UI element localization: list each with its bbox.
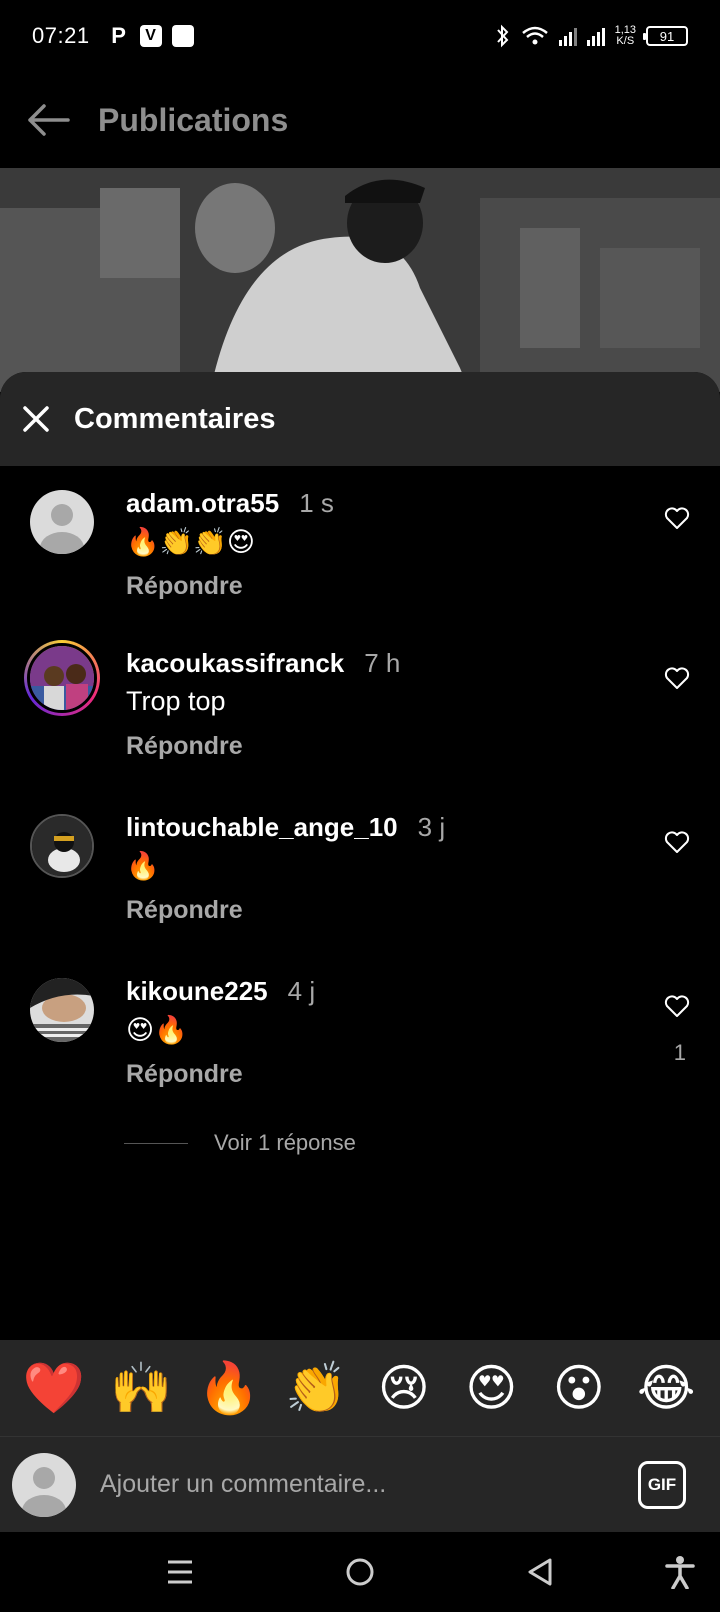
wifi-icon [521,26,548,45]
comment-username[interactable]: lintouchable_ange_10 3 j [126,812,445,843]
like-count: 1 [673,1040,686,1065]
emoji-surprised[interactable]: 😮 [547,1356,611,1420]
comment-username-text[interactable]: adam.otra55 [126,488,279,518]
post-image[interactable] [0,168,720,392]
gif-button[interactable]: GIF [638,1460,686,1509]
comment-input[interactable] [100,1470,638,1499]
comment-item: kacoukassifranck 7 h Trop top Répondre [0,640,720,800]
comment-item: kikoune225 4 j 😍🔥 Répondre 1 [0,968,720,1128]
back-triangle-icon[interactable] [522,1554,558,1590]
comment-item: lintouchable_ange_10 3 j 🔥 Répondre [0,804,720,964]
avatar[interactable] [30,490,94,554]
v-app-icon: V [139,25,162,47]
heart-icon[interactable] [664,666,690,690]
comment-time: 3 j [417,812,446,842]
reply-button[interactable]: Répondre [126,896,243,925]
menu-icon[interactable] [162,1554,198,1590]
heart-icon[interactable] [664,994,690,1018]
page-header: Publications [0,72,720,168]
status-time: 07:21 [32,23,90,48]
status-app-icons: P V [108,23,194,48]
signal-icon-2 [586,26,605,46]
net-speed: 1,13 K/S [615,25,636,47]
net-speed-unit: K/S [616,35,635,47]
comment-username[interactable]: adam.otra55 1 s [126,488,334,519]
battery-icon: 91 [643,26,688,46]
heart-icon[interactable] [664,506,690,530]
page-title: Publications [98,101,289,138]
comment-input-bar: GIF [0,1436,720,1532]
view-replies-label[interactable]: Voir 1 réponse [214,1130,356,1156]
square-app-icon [171,25,194,47]
emoji-fire[interactable]: 🔥 [197,1356,261,1420]
avatar[interactable] [30,814,94,878]
bluetooth-icon [496,24,508,48]
comment-item: adam.otra55 1 s 🔥👏👏😍 Répondre [0,480,720,640]
comment-text: Trop top [126,686,226,716]
reply-button[interactable]: Répondre [126,572,243,601]
comments-sheet: Commentaires adam.otra55 1 s 🔥👏👏😍 Répondr… [0,372,720,1340]
comment-username[interactable]: kikoune225 4 j [126,976,315,1007]
emoji-laughing[interactable]: 😂 [634,1356,698,1420]
heart-icon[interactable] [664,830,690,854]
battery-level: 91 [659,28,675,44]
emoji-heart[interactable]: ❤️ [22,1356,86,1420]
status-indicators: 1,13 K/S 91 [495,24,688,48]
comment-text: 😍🔥 [126,1015,188,1045]
emoji-clap[interactable]: 👏 [284,1356,348,1420]
emoji-crying[interactable]: 😢 [372,1356,436,1420]
comment-text: 🔥 [126,851,160,881]
reply-button[interactable]: Répondre [126,1060,243,1089]
comment-username-text[interactable]: kacoukassifranck [126,648,344,678]
reply-button[interactable]: Répondre [126,732,243,761]
avatar[interactable] [30,978,94,1042]
status-bar: 07:21 P V 1,13 K/S 91 [0,0,720,72]
emoji-reaction-bar: ❤️ 🙌 🔥 👏 😢 😍 😮 😂 [0,1340,720,1436]
avatar[interactable] [24,640,100,716]
comments-title: Commentaires [74,402,276,435]
home-icon[interactable] [342,1554,378,1590]
comment-username-text[interactable]: lintouchable_ange_10 [126,812,398,842]
back-arrow-icon[interactable] [24,100,72,140]
accessibility-icon[interactable] [662,1554,698,1590]
emoji-heart-eyes[interactable]: 😍 [459,1356,523,1420]
comment-time: 7 h [364,648,401,678]
view-replies-button[interactable]: Voir 1 réponse [124,1130,356,1156]
comment-time: 1 s [299,488,334,518]
p-app-icon: P [111,23,126,48]
comment-text: 🔥👏👏😍 [126,527,256,557]
comments-sheet-header: Commentaires [0,372,720,466]
signal-icon [558,26,577,46]
view-replies-divider [124,1142,188,1144]
comment-username[interactable]: kacoukassifranck 7 h [126,648,400,679]
comment-time: 4 j [287,976,316,1006]
close-icon[interactable] [22,405,50,433]
own-avatar [12,1452,76,1517]
system-nav-bar [0,1532,720,1612]
emoji-raising-hands[interactable]: 🙌 [109,1356,173,1420]
comment-username-text[interactable]: kikoune225 [126,976,268,1006]
